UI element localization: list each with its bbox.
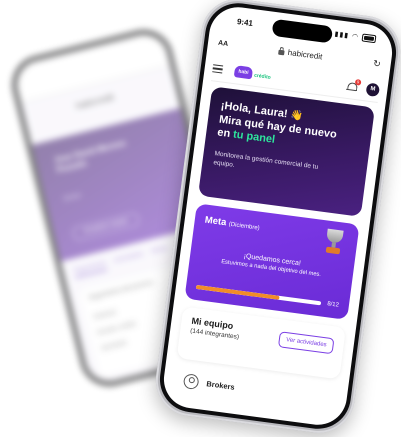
notification-badge: 9: [354, 78, 362, 86]
background-tab: Metas: [150, 245, 169, 256]
background-status-bar: [12, 30, 171, 104]
wave-emoji: 👋: [289, 109, 304, 123]
background-url: habicredit: [74, 91, 115, 112]
logo-text: crédito: [253, 72, 272, 81]
signal-icon: ▮▮▮: [334, 30, 350, 40]
background-tab: Actividades: [113, 251, 145, 265]
status-time: 9:41: [236, 17, 254, 29]
progress-label: 8/12: [326, 301, 340, 309]
trophy-icon: [319, 226, 349, 259]
user-icon: [182, 372, 200, 390]
welcome-subtitle: Monitorea la gestión comercial de tu equ…: [213, 149, 319, 171]
background-list-item: Aprobado: [100, 340, 128, 353]
avatar[interactable]: M: [365, 82, 381, 97]
url-text: habicredit: [287, 47, 323, 61]
phone: 9:41 ▮▮▮ ◠ AA habicredit ↻ habi crédito: [151, 0, 401, 437]
status-icons: ▮▮▮ ◠: [334, 30, 377, 44]
welcome-banner: ¡Hola, Laura! 👋 Mira qué hay de nuevo en…: [198, 86, 375, 217]
background-list-item: Estudio crédito: [96, 321, 137, 337]
bell-icon[interactable]: 9: [346, 78, 362, 92]
goal-period: (Diciembre): [228, 221, 260, 232]
progress-track: [195, 284, 322, 306]
logo[interactable]: habi crédito: [233, 65, 272, 82]
lock-icon: [278, 49, 286, 55]
welcome-title: ¡Hola, Laura! 👋 Mira qué hay de nuevo en…: [216, 100, 362, 159]
reload-icon[interactable]: ↻: [373, 58, 382, 70]
dynamic-island: [271, 18, 334, 44]
header-actions: 9 M: [346, 78, 381, 97]
background-tab: Seguimiento: [73, 260, 108, 279]
menu-icon[interactable]: [212, 64, 224, 74]
battery-icon: [361, 33, 377, 44]
welcome-line3-prefix: en: [216, 126, 234, 141]
progress-fill: [195, 284, 280, 300]
goal-progress: 8/12: [195, 284, 340, 309]
brokers-label: Brokers: [205, 378, 236, 392]
background-card-title: Seguimiento del proceso: [88, 279, 154, 302]
goal-title: Meta: [204, 214, 228, 229]
wifi-icon: ◠: [351, 33, 360, 42]
goal-card: Meta (Diciembre) ¡Quedamos cerca! Estuvi…: [184, 203, 360, 320]
background-hero-title: Jose David Moreno Pozuelo: [53, 138, 127, 175]
logo-mark: habi: [233, 65, 254, 80]
background-list-item: Solicitud: [92, 309, 117, 322]
background-hero-button: Actualizar equipo: [71, 211, 141, 242]
background-hero-subtitle: Broker: [63, 192, 83, 203]
